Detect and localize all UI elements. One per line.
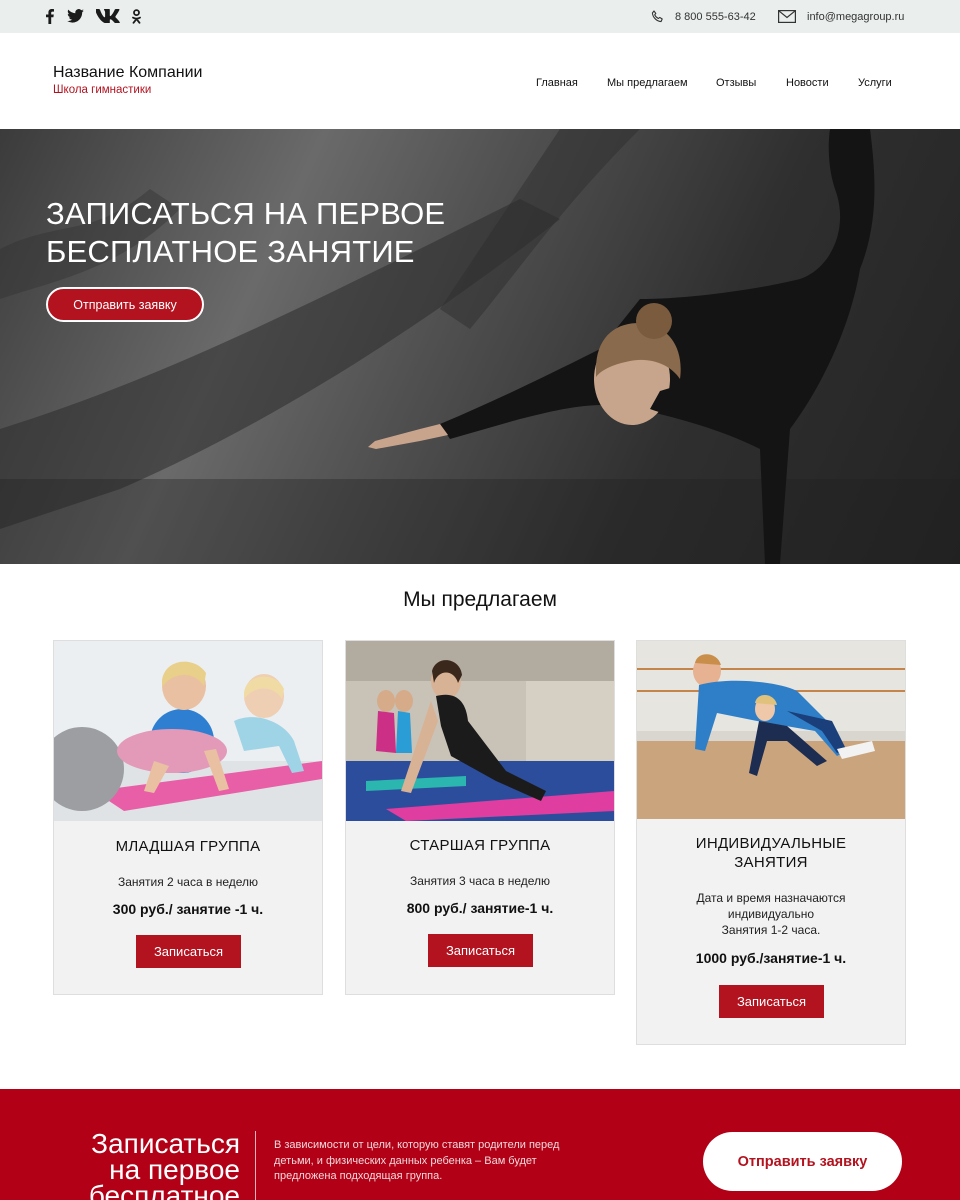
- card-title-line-1: ИНДИВИДУАЛЬНЫЕ: [695, 835, 847, 852]
- nav-item-offers[interactable]: Мы предлагаем: [607, 77, 688, 89]
- card-junior-group: МЛАДШАЯ ГРУППА Занятия 2 часа в неделю 3…: [53, 640, 323, 995]
- nav-item-home[interactable]: Главная: [536, 77, 578, 89]
- facebook-icon[interactable]: [45, 8, 55, 24]
- card-image-individual: [637, 641, 905, 819]
- card-price-junior: 300 руб./ занятие -1 ч.: [112, 901, 264, 917]
- card-description-line-1: Дата и время назначаются: [696, 891, 846, 905]
- card-title-senior: СТАРШАЯ ГРУППА: [409, 837, 551, 854]
- card-description-individual: Дата и время назначаются индивидуально З…: [637, 890, 905, 938]
- phone-icon: [651, 10, 664, 23]
- company-name[interactable]: Название Компании: [53, 64, 202, 82]
- card-image-junior: [54, 641, 322, 821]
- cta-divider: [255, 1131, 256, 1200]
- cta-text-line-3: предложена подходящая группа.: [274, 1170, 443, 1182]
- cta-title-line-3: бесплатное: [88, 1180, 240, 1200]
- mail-icon: [778, 10, 796, 23]
- nav-item-news[interactable]: Новости: [786, 77, 829, 89]
- email-address[interactable]: info@megagroup.ru: [807, 11, 904, 23]
- card-image-senior: [346, 641, 614, 821]
- cta-banner: Записаться на первое бесплатное В зависи…: [0, 1089, 960, 1200]
- card-title-line-2: ЗАНЯТИЯ: [734, 854, 808, 871]
- nav-item-services[interactable]: Услуги: [858, 77, 892, 89]
- hero-submit-button[interactable]: Отправить заявку: [46, 287, 204, 322]
- site-header: Название Компании Школа гимнастики Главн…: [0, 33, 960, 129]
- card-description-line-2: индивидуально: [727, 907, 815, 921]
- card-title-junior: МЛАДШАЯ ГРУППА: [115, 838, 261, 855]
- cta-text-line-1: В зависимости от цели, которую ставят ро…: [274, 1139, 560, 1151]
- card-senior-group: СТАРШАЯ ГРУППА Занятия 3 часа в неделю 8…: [345, 640, 615, 995]
- email-contact[interactable]: info@megagroup.ru: [778, 10, 904, 23]
- card-price-senior: 800 руб./ занятие-1 ч.: [406, 900, 554, 916]
- card-description-line-3: Занятия 1-2 часа.: [721, 923, 821, 937]
- enroll-button-junior[interactable]: Записаться: [136, 935, 241, 968]
- hero-banner: ЗАПИСАТЬСЯ НА ПЕРВОЕ БЕСПЛАТНОЕ ЗАНЯТИЕ …: [0, 129, 960, 564]
- cta-description: В зависимости от цели, которую ставят ро…: [274, 1138, 574, 1185]
- phone-number[interactable]: 8 800 555-63-42: [675, 11, 756, 23]
- card-title-individual: ИНДИВИДУАЛЬНЫЕ ЗАНЯТИЯ: [637, 834, 905, 872]
- cta-submit-button[interactable]: Отправить заявку: [703, 1132, 902, 1191]
- odnoklassniki-icon[interactable]: [131, 8, 141, 24]
- nav-item-reviews[interactable]: Отзывы: [716, 77, 756, 89]
- card-price-individual: 1000 руб./занятие-1 ч.: [695, 950, 847, 966]
- twitter-icon[interactable]: [66, 8, 84, 24]
- cta-title: Записаться на первое бесплатное: [40, 1130, 240, 1200]
- hero-title: ЗАПИСАТЬСЯ НА ПЕРВОЕ БЕСПЛАТНОЕ ЗАНЯТИЕ: [46, 196, 446, 269]
- card-individual-lessons: ИНДИВИДУАЛЬНЫЕ ЗАНЯТИЯ Дата и время назн…: [636, 640, 906, 1045]
- phone-contact[interactable]: 8 800 555-63-42: [651, 10, 756, 23]
- vk-icon[interactable]: [95, 8, 120, 24]
- card-description-senior: Занятия 3 часа в неделю: [409, 874, 551, 888]
- top-bar: 8 800 555-63-42 info@megagroup.ru: [0, 0, 960, 33]
- company-tagline: Школа гимнастики: [53, 84, 152, 96]
- enroll-button-senior[interactable]: Записаться: [428, 934, 533, 967]
- section-title: Мы предлагаем: [403, 588, 557, 611]
- card-description-junior: Занятия 2 часа в неделю: [117, 875, 259, 889]
- enroll-button-individual[interactable]: Записаться: [719, 985, 824, 1018]
- cta-text-line-2: детьми, и физических данных ребенка – Ва…: [274, 1154, 537, 1167]
